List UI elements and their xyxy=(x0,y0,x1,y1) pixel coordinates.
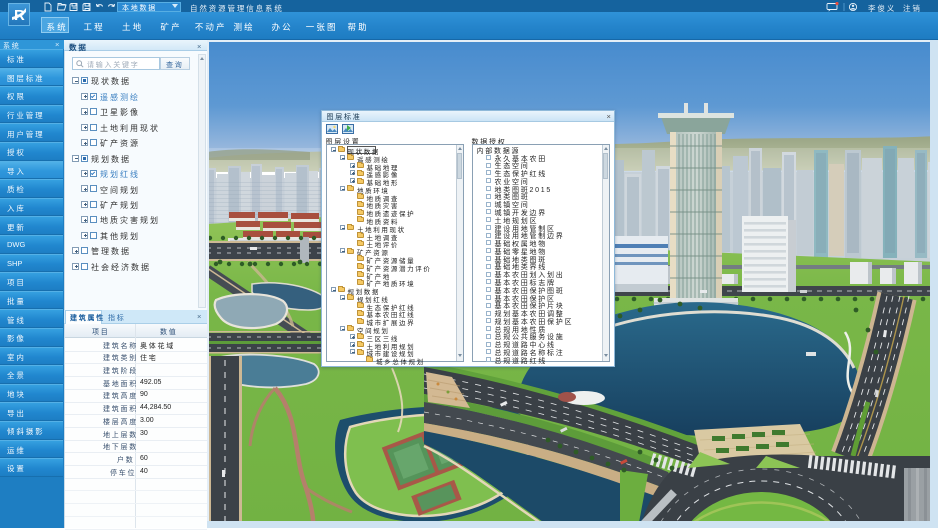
svg-text:R: R xyxy=(14,7,25,24)
